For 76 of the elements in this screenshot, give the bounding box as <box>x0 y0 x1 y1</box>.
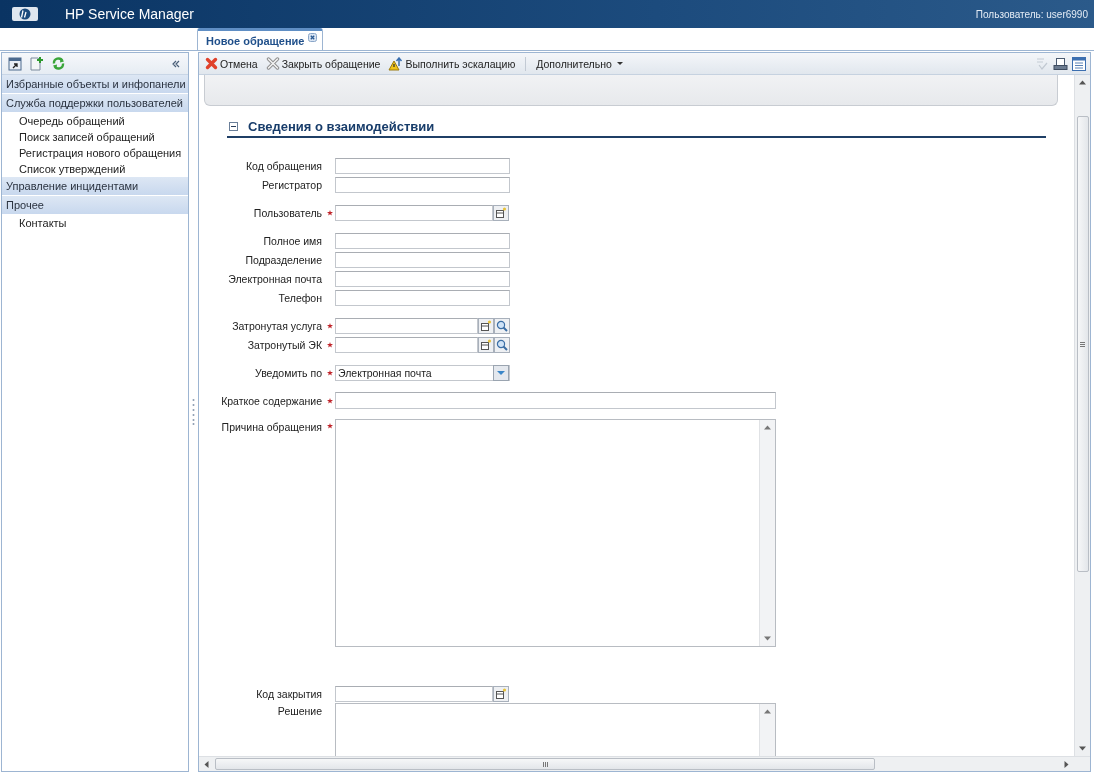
sidebar-section[interactable]: Служба поддержки пользователей <box>2 94 188 113</box>
sidebar-section[interactable]: Прочее <box>2 196 188 215</box>
field-label: Уведомить по <box>254 366 323 379</box>
field-label: Регистратор <box>261 178 323 191</box>
horizontal-scrollbar[interactable] <box>199 756 1090 771</box>
vertical-scrollbar[interactable] <box>1074 75 1090 756</box>
cross-outline-icon <box>265 57 280 70</box>
collapse-icon[interactable] <box>172 59 180 68</box>
cancel-button[interactable]: Отмена <box>203 54 260 73</box>
fill-icon[interactable] <box>493 204 509 221</box>
print-icon[interactable] <box>1053 56 1068 71</box>
sidebar-item[interactable]: Контакты <box>2 215 188 231</box>
field-label: Код обращения <box>245 159 323 172</box>
lookup-field[interactable] <box>335 336 478 353</box>
notify-dropdown[interactable]: Электронная почта <box>335 364 510 381</box>
sidebar-item[interactable]: Список утверждений <box>2 161 188 177</box>
scroll-down-icon[interactable] <box>1079 746 1086 751</box>
fill-icon[interactable] <box>493 685 509 702</box>
scroll-thumb[interactable] <box>215 758 875 770</box>
scroll-up-icon[interactable] <box>764 709 771 714</box>
text-field[interactable] <box>335 251 510 268</box>
cross-icon <box>205 57 218 70</box>
caret-icon <box>616 62 623 65</box>
more-menu-button[interactable]: Дополнительно <box>534 54 625 73</box>
field-label: Решение <box>276 704 323 717</box>
warning-arrow-icon <box>388 56 404 71</box>
user-label: Пользователь: user6990 <box>975 8 1088 20</box>
scroll-down-icon[interactable] <box>764 636 771 641</box>
document-tab[interactable]: Новое обращение <box>197 28 324 50</box>
field-label: Затронутая услуга <box>231 319 323 332</box>
close-icon[interactable] <box>308 33 318 42</box>
scroll-right-icon[interactable] <box>1064 760 1069 768</box>
window-icon[interactable] <box>8 56 22 71</box>
splitter-handle[interactable] <box>192 398 195 426</box>
logo-icon <box>12 7 38 21</box>
field-label: Код закрытия <box>255 687 323 700</box>
sidebar-section[interactable]: Избранные объекты и инфопанели <box>2 75 188 94</box>
text-field[interactable] <box>335 289 510 306</box>
collapse-section-icon[interactable] <box>229 122 238 131</box>
field-label: Электронная почта <box>227 272 323 285</box>
scroll-thumb[interactable] <box>1076 116 1089 572</box>
spellcheck-icon[interactable] <box>1035 56 1049 71</box>
scroll-up-icon[interactable] <box>1079 80 1086 85</box>
text-field[interactable] <box>335 270 510 287</box>
scroll-up-icon[interactable] <box>764 425 771 430</box>
escalate-button[interactable]: Выполнить эскалацию <box>386 54 518 73</box>
refresh-icon[interactable] <box>51 56 66 71</box>
close-button[interactable]: Закрыть обращение <box>263 54 383 73</box>
sidebar-item[interactable]: Поиск записей обращений <box>2 129 188 145</box>
search-icon[interactable] <box>494 317 510 334</box>
lookup-field[interactable] <box>335 685 493 702</box>
field-label: Полное имя <box>262 234 323 247</box>
lookup-field[interactable] <box>335 204 493 221</box>
sidebar-item[interactable]: Регистрация нового обращения <box>2 145 188 161</box>
sidebar-item[interactable]: Очередь обращений <box>2 113 188 129</box>
text-field[interactable] <box>335 176 510 193</box>
dropdown-icon[interactable] <box>493 364 509 381</box>
new-document-icon[interactable] <box>29 56 44 71</box>
text-field[interactable] <box>335 157 510 174</box>
fill-icon[interactable] <box>478 317 494 334</box>
sidebar-section[interactable]: Управление инцидентами <box>2 177 188 196</box>
field-label: Краткое содержание <box>220 394 323 407</box>
scroll-left-icon[interactable] <box>204 760 209 768</box>
field-label: Причина обращения <box>220 420 323 433</box>
field-label: Пользователь <box>252 206 323 219</box>
section-title: Сведения о взаимодействии <box>248 119 435 134</box>
field-label: Подразделение <box>244 253 323 266</box>
search-icon[interactable] <box>494 336 510 353</box>
app-title: HP Service Manager <box>65 6 194 22</box>
lookup-field[interactable] <box>335 317 478 334</box>
text-field[interactable] <box>335 392 776 409</box>
list-view-icon[interactable] <box>1072 56 1086 71</box>
text-field[interactable] <box>335 232 510 249</box>
field-label: Затронутый ЭК <box>246 338 323 351</box>
field-label: Телефон <box>277 291 323 304</box>
fill-icon[interactable] <box>478 336 494 353</box>
